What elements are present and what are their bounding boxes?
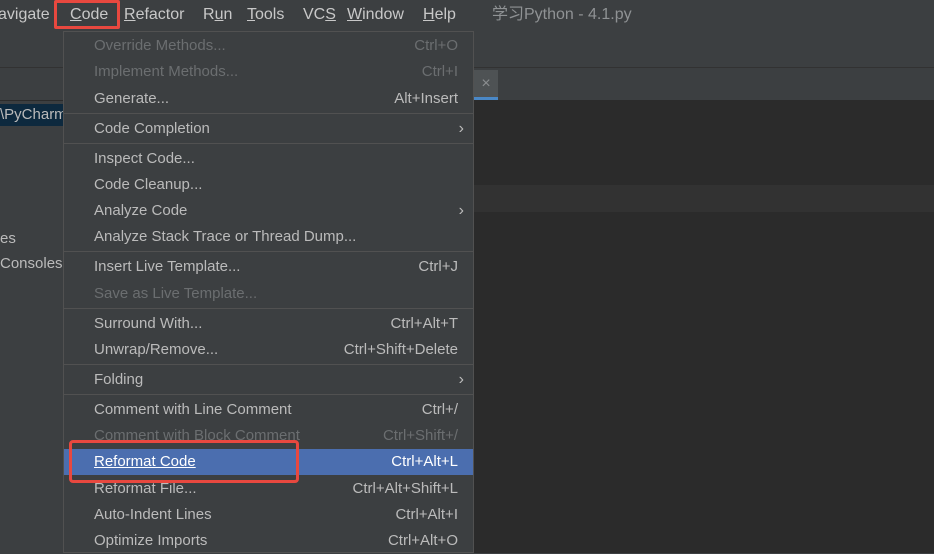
menu-item-surround-with[interactable]: Surround With... Ctrl+Alt+T (64, 311, 473, 337)
menu-vcs[interactable]: VCS (303, 4, 336, 26)
menu-item-label: Analyze Code (94, 202, 188, 219)
menu-run[interactable]: Run (203, 4, 232, 26)
menu-item-save-live-template[interactable]: Save as Live Template... (64, 281, 473, 307)
menu-item-optimize-imports[interactable]: Optimize Imports Ctrl+Alt+O (64, 528, 473, 554)
project-tree-scratches[interactable]: Consoles (0, 253, 63, 275)
menu-item-label: Auto-Indent Lines (94, 506, 212, 523)
menu-item-shortcut: Ctrl+Shift+/ (382, 427, 458, 444)
menu-item-label: Inspect Code... (94, 150, 195, 167)
menu-window[interactable]: Window (347, 4, 404, 26)
menu-item-label: Generate... (94, 90, 170, 107)
menu-separator (64, 394, 473, 395)
menu-run-rest: n (223, 6, 233, 23)
menu-item-shortcut: Ctrl+/ (421, 401, 458, 418)
menu-item-label: Comment with Line Comment (94, 401, 292, 418)
menu-item-label: Code Completion (94, 120, 210, 137)
menu-vcs-pre: VC (303, 6, 326, 23)
menu-separator (64, 364, 473, 365)
menu-refactor-mnemonic: R (124, 6, 136, 23)
menu-item-shortcut: Ctrl+J (418, 258, 458, 275)
menu-help[interactable]: Help (423, 4, 456, 26)
menu-window-rest: indow (362, 6, 404, 23)
code-editor[interactable] (474, 101, 934, 553)
menu-item-shortcut: Ctrl+O (414, 37, 458, 54)
menu-separator (64, 143, 473, 144)
menu-item-auto-indent[interactable]: Auto-Indent Lines Ctrl+Alt+I (64, 502, 473, 528)
menu-bar: avigate Code Refactor Run Tools VCS Wind… (0, 0, 934, 31)
menu-item-code-cleanup[interactable]: Code Cleanup... (64, 172, 473, 198)
menu-item-label: Insert Live Template... (94, 258, 241, 275)
menu-tools-mnemonic: T (247, 6, 255, 23)
menu-item-shortcut: Ctrl+Shift+Delete (343, 341, 458, 358)
menu-item-label: Optimize Imports (94, 532, 208, 549)
menu-separator (64, 308, 473, 309)
menu-item-folding[interactable]: Folding › (64, 367, 473, 393)
editor-current-line (474, 185, 934, 212)
menu-item-analyze-code[interactable]: Analyze Code › (64, 198, 473, 224)
menu-item-shortcut: Ctrl+I (421, 63, 458, 80)
annotation-box-reformat-code (69, 440, 299, 483)
menu-help-mnemonic: H (423, 6, 435, 23)
menu-item-implement-methods[interactable]: Implement Methods... Ctrl+I (64, 59, 473, 85)
menu-item-label: Code Cleanup... (94, 176, 203, 193)
menu-item-label: Analyze Stack Trace or Thread Dump... (94, 228, 357, 245)
menu-help-rest: elp (434, 6, 456, 23)
menu-item-inspect-code[interactable]: Inspect Code... (64, 146, 473, 172)
menu-tools-rest: ools (255, 6, 285, 23)
menu-run-pre: R (203, 6, 215, 23)
menu-window-mnemonic: W (347, 6, 363, 23)
project-tree-root[interactable]: \PyCharm (0, 104, 64, 126)
menu-item-shortcut: Ctrl+Alt+O (387, 532, 458, 549)
menu-item-generate[interactable]: Generate... Alt+Insert (64, 86, 473, 112)
submenu-arrow-icon: › (458, 371, 464, 388)
menu-navigate[interactable]: avigate (0, 4, 50, 26)
menu-separator (64, 251, 473, 252)
annotation-box-code-menu (54, 0, 120, 29)
menu-item-label: Surround With... (94, 315, 203, 332)
menu-item-analyze-stack-trace[interactable]: Analyze Stack Trace or Thread Dump... (64, 224, 473, 250)
menu-item-code-completion[interactable]: Code Completion › (64, 116, 473, 142)
menu-item-comment-line[interactable]: Comment with Line Comment Ctrl+/ (64, 397, 473, 423)
menu-item-label: Unwrap/Remove... (94, 341, 219, 358)
menu-refactor-rest: efactor (135, 6, 185, 23)
menu-item-shortcut: Ctrl+Alt+T (390, 315, 458, 332)
submenu-arrow-icon: › (458, 120, 464, 137)
menu-item-shortcut: Ctrl+Alt+I (395, 506, 458, 523)
menu-separator (64, 113, 473, 114)
menu-item-unwrap-remove[interactable]: Unwrap/Remove... Ctrl+Shift+Delete (64, 337, 473, 363)
menu-refactor[interactable]: Refactor (124, 4, 184, 26)
menu-item-label: Override Methods... (94, 37, 226, 54)
menu-item-label: Implement Methods... (94, 63, 239, 80)
menu-tools[interactable]: Tools (247, 4, 284, 26)
menu-item-shortcut: Ctrl+Alt+Shift+L (352, 480, 458, 497)
project-tree-libraries[interactable]: es (0, 228, 16, 250)
editor-tab-close-icon[interactable]: × (474, 70, 498, 100)
menu-item-insert-live-template[interactable]: Insert Live Template... Ctrl+J (64, 254, 473, 280)
menu-item-shortcut: Alt+Insert (394, 90, 458, 107)
menu-item-shortcut: Ctrl+Alt+L (391, 453, 458, 470)
submenu-arrow-icon: › (458, 202, 464, 219)
menu-item-label: Folding (94, 371, 144, 388)
menu-item-override-methods[interactable]: Override Methods... Ctrl+O (64, 33, 473, 59)
menu-item-label: Save as Live Template... (94, 285, 258, 302)
window-title: 学习Python - 4.1.py (492, 6, 632, 23)
menu-vcs-mnemonic: S (325, 6, 336, 23)
